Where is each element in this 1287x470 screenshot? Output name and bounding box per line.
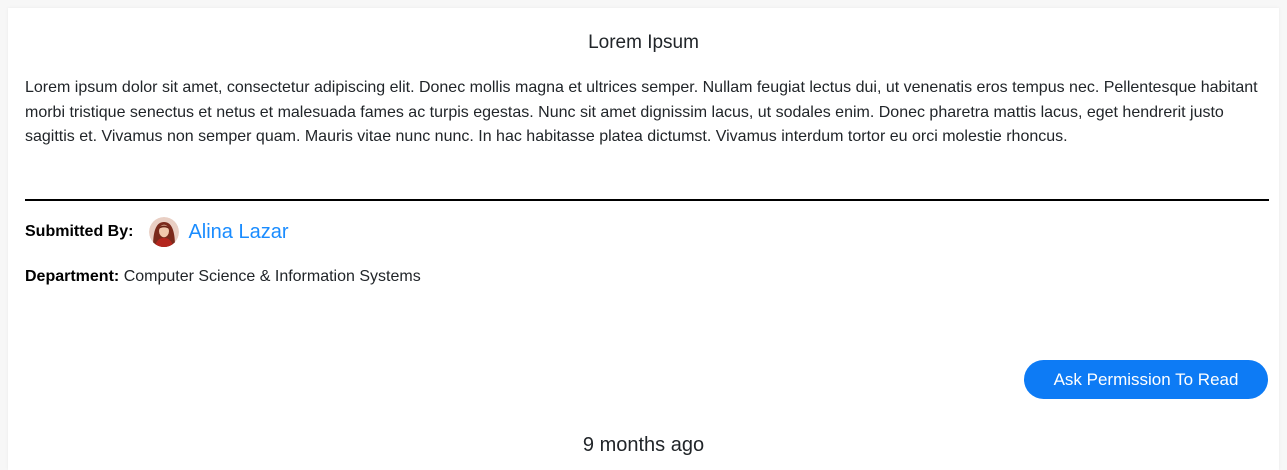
department-label: Department: (25, 268, 120, 285)
department-value: Computer Science & Information Systems (123, 268, 421, 285)
author-link[interactable]: Alina Lazar (188, 221, 288, 244)
post-title: Lorem Ipsum (588, 32, 699, 53)
post-body: Lorem ipsum dolor sit amet, consectetur … (25, 79, 1258, 145)
divider (25, 199, 1269, 201)
submitted-by-row: Submitted By: Alina Lazar (25, 214, 289, 250)
department-row: Department: Computer Science & Informati… (25, 268, 421, 286)
submitted-by-label: Submitted By: (25, 223, 134, 240)
ask-permission-button[interactable]: Ask Permission To Read (1024, 360, 1268, 399)
post-timestamp: 9 months ago (582, 434, 705, 456)
user-avatar-icon[interactable] (149, 217, 180, 247)
post-card: Lorem Ipsum Lorem ipsum dolor sit amet, … (8, 8, 1279, 470)
